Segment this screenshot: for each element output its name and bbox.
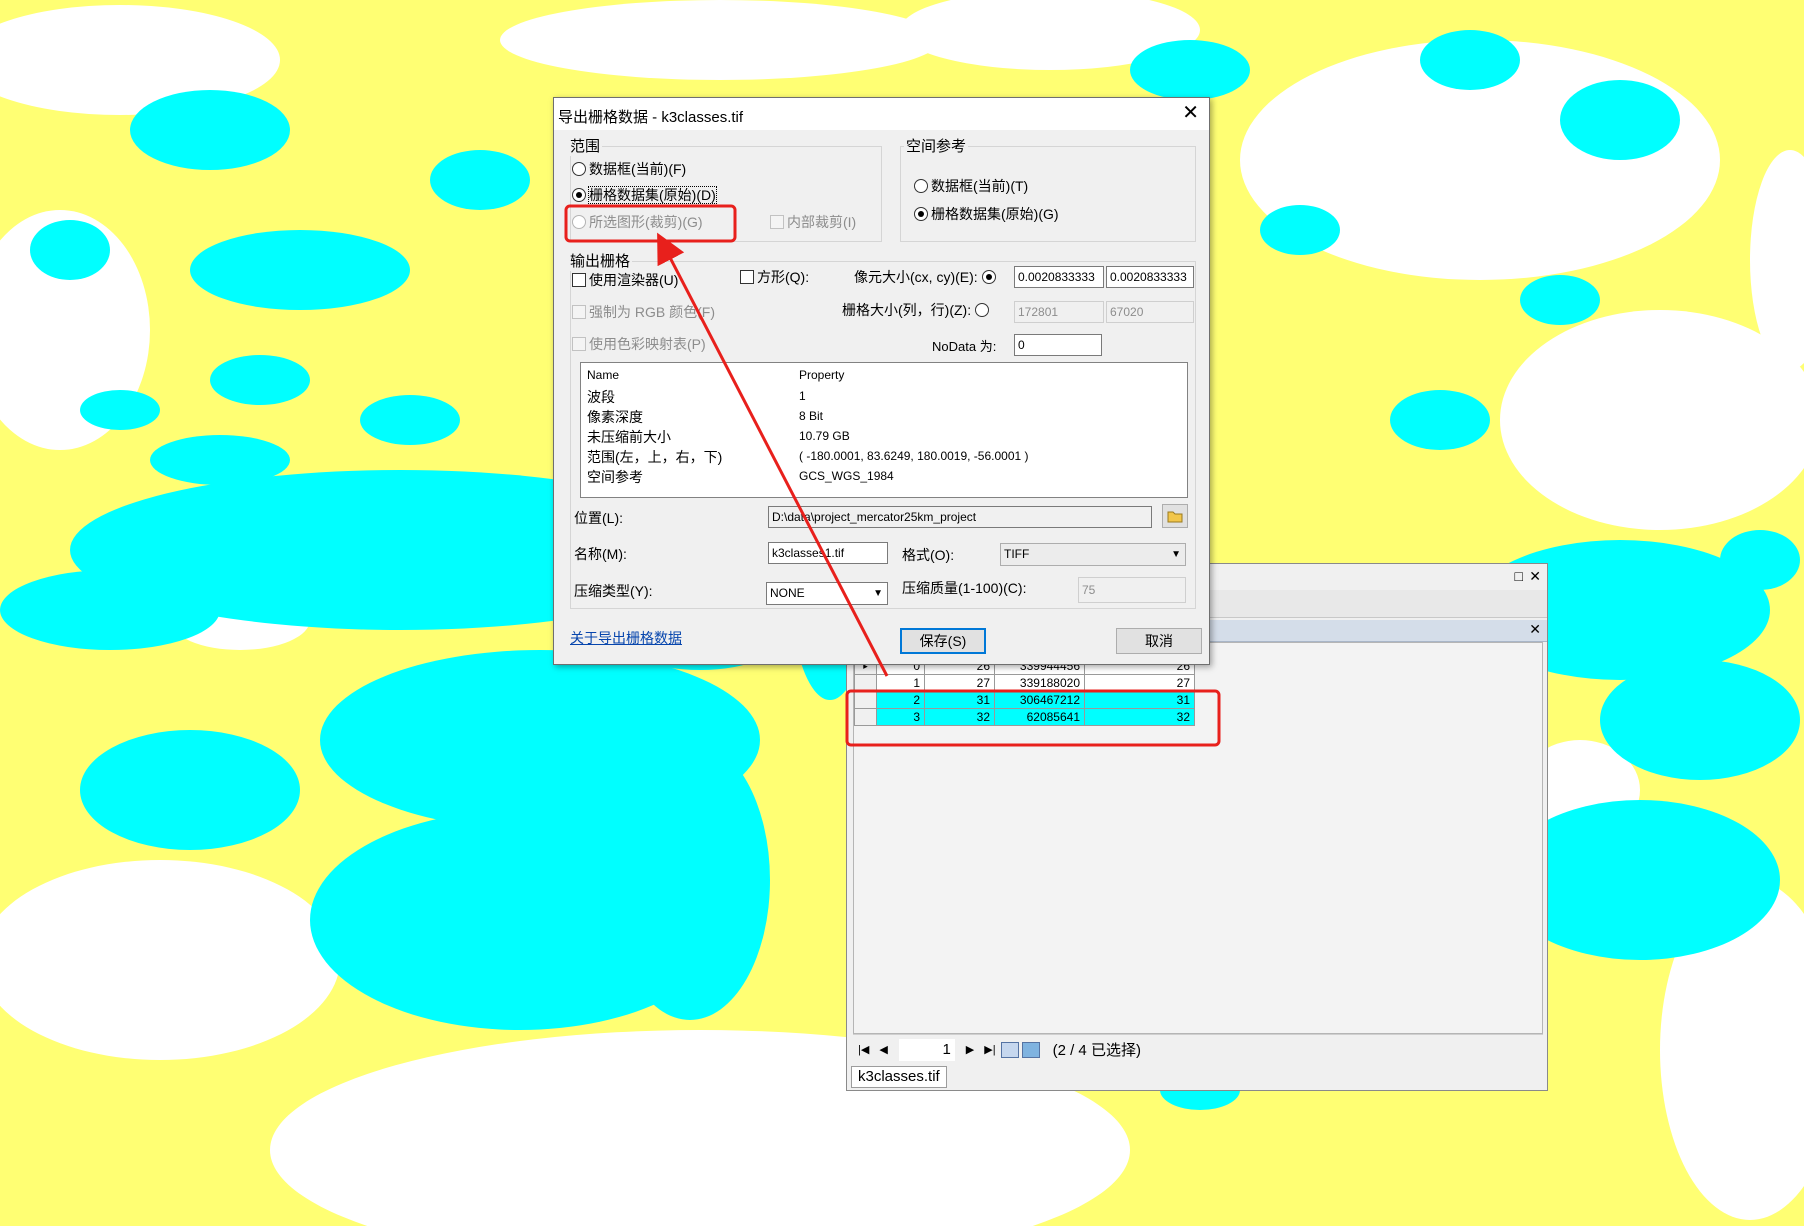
force-rgb-checkbox: 强制为 RGB 颜色(F) bbox=[572, 302, 715, 322]
extent-data-frame-option[interactable]: 数据框(当前)(F) bbox=[572, 159, 686, 179]
spatial-reference-legend: 空间参考 bbox=[904, 135, 969, 156]
spatial-ref-raster-dataset-option[interactable]: 栅格数据集(原始)(G) bbox=[914, 204, 1059, 224]
spatial-ref-data-frame-option[interactable]: 数据框(当前)(T) bbox=[914, 176, 1028, 196]
close-table-icon[interactable]: ✕ bbox=[1529, 621, 1541, 638]
table-row-selected[interactable]: 3 32 62085641 32 bbox=[854, 708, 1195, 726]
use-renderer-checkbox[interactable]: 使用渲染器(U) bbox=[572, 270, 678, 290]
square-checkbox[interactable]: 方形(Q): bbox=[740, 267, 809, 287]
close-icon[interactable]: ✕ bbox=[1529, 567, 1541, 585]
cell-count[interactable]: 339188020 bbox=[994, 674, 1085, 692]
attribute-grid: ▸ 0 26 339944456 26 1 27 339188020 27 2 … bbox=[853, 642, 1543, 1034]
radio-selected-icon[interactable] bbox=[914, 207, 928, 221]
nodata-label: NoData 为: bbox=[932, 339, 997, 354]
previous-record-icon[interactable]: ◀ bbox=[879, 1043, 887, 1056]
cell-class[interactable]: 27 bbox=[1084, 674, 1195, 692]
properties-header: Name Property bbox=[587, 368, 845, 382]
table-row-selected[interactable]: 2 31 306467212 31 bbox=[854, 691, 1195, 709]
extent-selected-graphics-option: 所选图形(裁剪)(G) bbox=[572, 212, 703, 232]
cell-class[interactable]: 31 bbox=[1084, 691, 1195, 709]
property-row: 像素深度 8 Bit bbox=[587, 409, 824, 425]
save-button[interactable]: 保存(S) bbox=[900, 628, 986, 654]
checkbox-icon[interactable] bbox=[740, 270, 754, 284]
extent-raster-dataset-option[interactable]: 栅格数据集(原始)(D) bbox=[572, 185, 717, 205]
checkbox-disabled-icon bbox=[572, 337, 586, 351]
cell-rowid[interactable]: 1 bbox=[876, 674, 925, 692]
property-row: 未压缩前大小 10.79 GB bbox=[587, 429, 850, 445]
browse-folder-button[interactable] bbox=[1162, 504, 1188, 528]
checkbox-disabled-icon bbox=[770, 215, 784, 229]
first-record-icon[interactable]: |◀ bbox=[858, 1043, 869, 1056]
folder-icon bbox=[1167, 511, 1183, 523]
output-raster-legend: 输出栅格 bbox=[568, 250, 633, 271]
name-label: 名称(M): bbox=[574, 546, 627, 562]
checkbox-icon[interactable] bbox=[572, 273, 586, 287]
extent-legend: 范围 bbox=[568, 135, 603, 156]
table-navigation-bar: |◀ ◀ 1 ▶ ▶| (2 / 4 已选择) bbox=[853, 1034, 1543, 1064]
raster-rows-input: 67020 bbox=[1106, 301, 1194, 323]
show-selected-records-icon[interactable] bbox=[1021, 1041, 1040, 1058]
raster-size-radio-icon[interactable] bbox=[974, 303, 989, 317]
last-record-icon[interactable]: ▶| bbox=[984, 1043, 995, 1056]
raster-columns-input: 172801 bbox=[1014, 301, 1104, 323]
dialog-titlebar[interactable]: 导出栅格数据 - k3classes.tif ✕ bbox=[554, 98, 1209, 130]
page-number-field[interactable]: 1 bbox=[898, 1038, 955, 1061]
next-record-icon[interactable]: ▶ bbox=[966, 1043, 974, 1056]
selection-status: (2 / 4 已选择) bbox=[1052, 1042, 1141, 1059]
property-row: 范围(左，上，右，下) ( -180.0001, 83.6249, 180.00… bbox=[587, 449, 1029, 465]
raster-size-label[interactable]: 栅格大小(列，行)(Z): bbox=[842, 300, 992, 320]
quality-input: 75 bbox=[1078, 577, 1186, 603]
cell-value[interactable]: 31 bbox=[924, 691, 995, 709]
quality-label: 压缩质量(1-100)(C): bbox=[902, 580, 1027, 596]
dialog-title: 导出栅格数据 - k3classes.tif bbox=[558, 109, 744, 126]
property-row: 空间参考 GCS_WGS_1984 bbox=[587, 469, 894, 485]
radio-icon[interactable] bbox=[572, 162, 586, 176]
cell-size-cy-input[interactable]: 0.0020833333 bbox=[1106, 266, 1194, 288]
cell-count[interactable]: 306467212 bbox=[994, 691, 1085, 709]
cell-class[interactable]: 32 bbox=[1084, 708, 1195, 726]
chevron-down-icon: ▼ bbox=[873, 588, 883, 599]
table-row[interactable]: 1 27 339188020 27 bbox=[854, 674, 1195, 692]
radio-icon[interactable] bbox=[914, 179, 928, 193]
radio-selected-icon[interactable] bbox=[572, 188, 586, 202]
use-colormap-checkbox: 使用色彩映射表(P) bbox=[572, 334, 706, 354]
cell-rowid[interactable]: 2 bbox=[876, 691, 925, 709]
cell-value[interactable]: 32 bbox=[924, 708, 995, 726]
property-row: 波段 1 bbox=[587, 389, 806, 405]
inside-clip-checkbox: 内部裁剪(I) bbox=[770, 212, 856, 232]
format-select[interactable]: TIFF ▼ bbox=[1000, 543, 1186, 566]
close-icon[interactable]: ✕ bbox=[1182, 102, 1199, 124]
cancel-button[interactable]: 取消 bbox=[1116, 628, 1202, 654]
raster-properties-list: Name Property 波段 1 像素深度 8 Bit 未压缩前大小 10.… bbox=[580, 362, 1188, 498]
format-label: 格式(O): bbox=[902, 547, 955, 563]
checkbox-disabled-icon bbox=[572, 305, 586, 319]
show-all-records-icon[interactable] bbox=[1000, 1041, 1019, 1058]
radio-disabled-icon bbox=[572, 215, 586, 229]
cell-rowid[interactable]: 3 bbox=[876, 708, 925, 726]
cell-size-cx-input[interactable]: 0.0020833333 bbox=[1014, 266, 1104, 288]
location-input[interactable]: D:\data\project_mercator25km_project bbox=[768, 506, 1152, 528]
compression-select[interactable]: NONE ▼ bbox=[766, 582, 888, 605]
export-raster-dialog: 导出栅格数据 - k3classes.tif ✕ 范围 数据框(当前)(F) 栅… bbox=[553, 97, 1210, 665]
compression-label: 压缩类型(Y): bbox=[574, 583, 653, 599]
nodata-input[interactable]: 0 bbox=[1014, 334, 1102, 356]
maximize-icon[interactable]: □ bbox=[1515, 567, 1523, 585]
cell-count[interactable]: 62085641 bbox=[994, 708, 1085, 726]
location-label: 位置(L): bbox=[574, 510, 623, 526]
table-file-tab[interactable]: k3classes.tif bbox=[851, 1066, 947, 1088]
name-input[interactable]: k3classes1.tif bbox=[768, 542, 888, 564]
cell-value[interactable]: 27 bbox=[924, 674, 995, 692]
cell-size-label[interactable]: 像元大小(cx, cy)(E): bbox=[854, 267, 999, 287]
cell-size-radio-icon[interactable] bbox=[981, 270, 996, 284]
chevron-down-icon: ▼ bbox=[1171, 549, 1181, 560]
help-link[interactable]: 关于导出栅格数据 bbox=[570, 628, 682, 648]
